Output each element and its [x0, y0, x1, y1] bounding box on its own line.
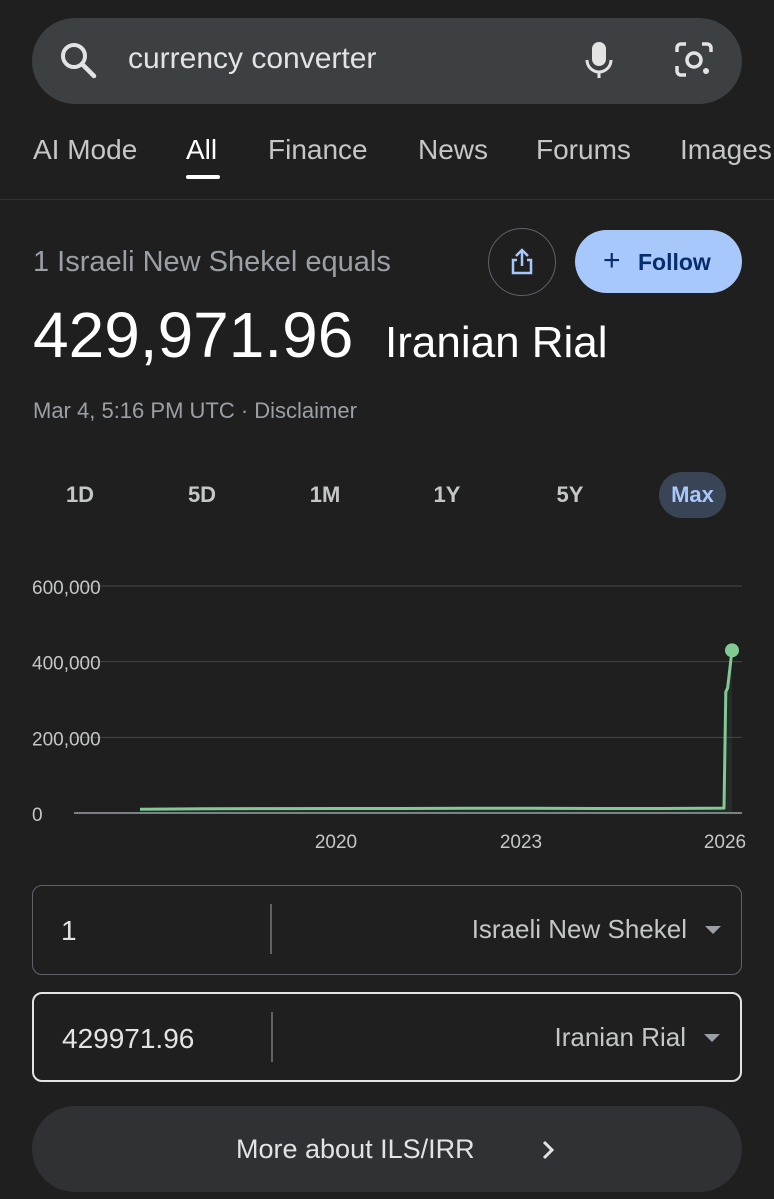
timestamp-disclaimer[interactable]: Mar 4, 5:16 PM UTC · Disclaimer [33, 398, 357, 424]
lens-camera-icon[interactable] [673, 40, 715, 80]
tab-all[interactable]: All [186, 134, 217, 166]
dropdown-arrow-icon[interactable] [705, 926, 721, 934]
to-currency-select[interactable]: Iranian Rial [554, 1022, 686, 1053]
latest-point-marker [725, 643, 739, 658]
divider [270, 904, 272, 954]
from-amount-input[interactable]: 1 [61, 915, 77, 947]
tab-finance[interactable]: Finance [268, 134, 368, 166]
range-1m[interactable]: 1M [295, 472, 355, 518]
tab-images[interactable]: Images [680, 134, 772, 166]
x-tick-label: 2023 [500, 832, 542, 853]
range-1d[interactable]: 1D [50, 472, 110, 518]
search-icon[interactable] [58, 40, 98, 80]
range-max[interactable]: Max [659, 472, 726, 518]
range-5y[interactable]: 5Y [540, 472, 600, 518]
search-tabs: AI Mode All Finance News Forums Images [0, 124, 774, 200]
more-about-button[interactable]: More about ILS/IRR [32, 1106, 742, 1192]
to-amount-input[interactable]: 429971.96 [62, 1023, 194, 1055]
x-tick-label: 2026 [704, 832, 746, 853]
active-tab-indicator [186, 175, 220, 179]
conversion-caption: 1 Israeli New Shekel equals [33, 246, 391, 278]
x-tick-label: 2020 [315, 832, 357, 853]
follow-label: Follow [638, 249, 711, 275]
tab-ai-mode[interactable]: AI Mode [33, 134, 137, 166]
exchange-rate-chart[interactable]: 0 200,000 400,000 600,000 2020 2023 2026 [0, 560, 774, 860]
more-about-label: More about ILS/IRR [236, 1134, 475, 1164]
y-tick-label: 600,000 [32, 578, 101, 599]
range-5d[interactable]: 5D [172, 472, 232, 518]
from-currency-select[interactable]: Israeli New Shekel [472, 914, 687, 945]
microphone-icon[interactable] [583, 40, 615, 82]
chevron-right-icon [542, 1140, 555, 1160]
y-tick-label: 200,000 [32, 729, 101, 750]
exchange-rate-unit: Iranian Rial [385, 318, 608, 367]
series-line [139, 650, 734, 811]
range-1y[interactable]: 1Y [417, 472, 477, 518]
search-input[interactable]: currency converter [128, 42, 376, 76]
share-button[interactable] [488, 228, 556, 296]
tab-forums[interactable]: Forums [536, 134, 631, 166]
plus-icon: + [603, 244, 621, 277]
from-converter-row: 1 Israeli New Shekel [32, 885, 742, 975]
to-converter-row: 429971.96 Iranian Rial [32, 992, 742, 1082]
share-icon [511, 248, 533, 275]
series-area [140, 650, 732, 813]
dropdown-arrow-icon[interactable] [704, 1034, 720, 1042]
y-tick-label: 400,000 [32, 654, 101, 675]
exchange-rate-value: 429,971.96 [33, 299, 354, 371]
divider [0, 199, 774, 200]
divider [271, 1012, 273, 1062]
y-tick-label: 0 [32, 805, 43, 826]
tab-news[interactable]: News [418, 134, 488, 166]
follow-button[interactable]: + Follow [575, 230, 742, 293]
